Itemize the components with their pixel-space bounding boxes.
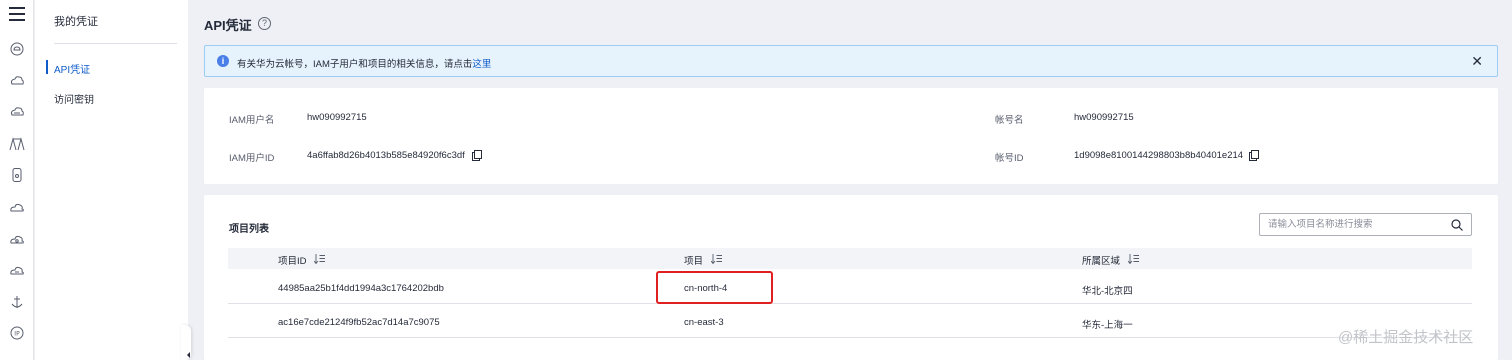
badge-icon[interactable]: IP xyxy=(9,325,25,341)
column-header-region: 所属区域 xyxy=(1082,256,1121,267)
nav-divider xyxy=(54,43,177,44)
project-id-cell: 44985aa25b1f4dd1994a3c1764202bdb xyxy=(278,283,444,294)
project-cell: cn-east-3 xyxy=(684,317,724,328)
column-header-project-id: 项目ID xyxy=(278,256,307,267)
collapse-nav-button[interactable] xyxy=(181,325,191,360)
cloud-icon[interactable] xyxy=(9,262,25,278)
side-nav: 我的凭证 API凭证 访问密钥 xyxy=(35,0,191,360)
account-id-value: 1d9098e8100144298803b8b40401e214 xyxy=(1074,150,1244,161)
projects-card: 项目列表 项目ID 项目 所属区域 44985aa25b1f4dd1994a3c… xyxy=(204,195,1498,360)
table-header: 项目ID 项目 所属区域 xyxy=(228,248,1472,269)
bridge-icon[interactable] xyxy=(9,136,25,152)
projects-title: 项目列表 xyxy=(229,224,269,235)
alert-link[interactable]: 这里 xyxy=(472,59,491,70)
menu-icon[interactable] xyxy=(9,7,25,21)
sort-icon[interactable] xyxy=(711,254,722,264)
nav-item-access-keys[interactable]: 访问密钥 xyxy=(54,91,94,106)
anchor-icon[interactable] xyxy=(9,294,25,310)
active-indicator xyxy=(46,60,48,74)
table-row[interactable]: 44985aa25b1f4dd1994a3c1764202bdb cn-nort… xyxy=(228,270,1472,304)
close-icon[interactable]: ✕ xyxy=(1471,53,1483,70)
search-input[interactable] xyxy=(1268,217,1443,232)
nav-title: 我的凭证 xyxy=(54,16,98,28)
search-box xyxy=(1259,213,1472,236)
iam-user-value: hw090992715 xyxy=(307,112,367,123)
icon-rail: IP xyxy=(0,0,34,360)
table-row[interactable]: ac16e7cde2124f9fb52ac7d14a7c9075 cn-east… xyxy=(228,304,1472,338)
account-label: 帐号名 xyxy=(995,115,1024,126)
cloud-icon[interactable] xyxy=(9,231,25,247)
region-cell: 华东-上海一 xyxy=(1082,320,1133,331)
iam-user-id-value: 4a6ffab8d26b4013b585e84920f6c3df xyxy=(307,150,465,161)
iam-user-id-label: IAM用户ID xyxy=(229,153,275,164)
iam-user-label: IAM用户名 xyxy=(229,115,275,126)
column-header-project: 项目 xyxy=(684,256,704,267)
watermark: @稀土掘金技术社区 xyxy=(1338,329,1474,346)
credentials-card: IAM用户名 hw090992715 IAM用户ID 4a6ffab8d26b4… xyxy=(204,88,1498,184)
alert-text: 有关华为云帐号，IAM子用户和项目的相关信息，请点击 xyxy=(237,59,473,70)
page-title: API凭证 xyxy=(204,18,252,33)
cloud-icon[interactable] xyxy=(9,199,25,215)
region-cell: 华北-北京四 xyxy=(1082,286,1133,297)
account-value: hw090992715 xyxy=(1074,112,1134,123)
info-icon: i xyxy=(217,55,229,67)
copy-icon[interactable] xyxy=(472,150,482,161)
cloud-icon[interactable] xyxy=(9,41,25,57)
account-id-label: 帐号ID xyxy=(995,153,1024,164)
sort-icon[interactable] xyxy=(1128,254,1139,264)
nav-item-api-credentials[interactable]: API凭证 xyxy=(54,61,90,76)
help-icon[interactable]: ? xyxy=(258,17,271,30)
cloud-icon[interactable] xyxy=(9,104,25,120)
alert-message: 有关华为云帐号，IAM子用户和项目的相关信息，请点击这里 xyxy=(237,56,491,70)
highlight-annotation xyxy=(656,271,773,304)
project-id-cell: ac16e7cde2124f9fb52ac7d14a7c9075 xyxy=(278,317,440,328)
search-icon[interactable] xyxy=(1451,219,1463,231)
copy-icon[interactable] xyxy=(1249,150,1259,161)
sort-icon[interactable] xyxy=(314,254,325,264)
info-alert: i 有关华为云帐号，IAM子用户和项目的相关信息，请点击这里 ✕ xyxy=(204,45,1498,77)
svg-text:IP: IP xyxy=(14,331,20,338)
cloud-icon[interactable] xyxy=(9,73,25,89)
phone-icon[interactable] xyxy=(9,167,25,183)
